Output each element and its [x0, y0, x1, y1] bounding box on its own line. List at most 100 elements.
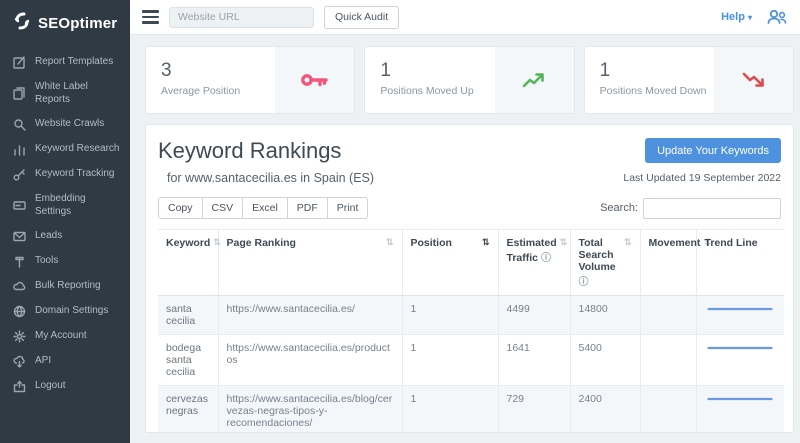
help-dropdown[interactable]: Help ▾ [721, 11, 752, 23]
sidebar-item-label: Leads [35, 230, 62, 243]
sidebar-item-domain-settings[interactable]: Domain Settings [0, 299, 130, 324]
sort-icon: ⇅ [386, 237, 394, 249]
search-label: Search: [600, 202, 638, 214]
hamburger-menu-icon[interactable] [142, 10, 159, 24]
trend-line-cell [696, 335, 784, 386]
copy-button[interactable]: Copy [158, 197, 203, 219]
keyword-cell: santa cecilia [158, 296, 218, 335]
trend-line-cell [696, 296, 784, 335]
table-row: bodega santa cecilia https://www.santace… [158, 335, 784, 386]
sidebar-item-label: My Account [35, 330, 87, 343]
sidebar-item-bulk-reporting[interactable]: Bulk Reporting [0, 274, 130, 299]
pdf-button[interactable]: PDF [287, 197, 328, 219]
sidebar-item-report-templates[interactable]: Report Templates [0, 50, 130, 75]
report-templates-icon [13, 56, 26, 69]
sort-icon: ⇅ [213, 237, 221, 249]
app-window: SEOptimer Report Templates White Label R… [0, 0, 800, 443]
sidebar-item-label: Tools [35, 255, 58, 268]
movement-cell [640, 296, 696, 335]
search-input[interactable] [643, 198, 781, 219]
total-search-volume-cell: 5400 [570, 335, 640, 386]
users-icon[interactable] [766, 9, 788, 25]
table-row: cervezas negras https://www.santacecilia… [158, 386, 784, 434]
info-icon[interactable]: ⓘ [579, 277, 589, 288]
sidebar-item-keyword-research[interactable]: Keyword Research [0, 137, 130, 162]
trend-line-cell [696, 386, 784, 434]
excel-button[interactable]: Excel [242, 197, 288, 219]
api-icon [13, 355, 26, 368]
sidebar-item-leads[interactable]: Leads [0, 224, 130, 249]
sidebar-item-api[interactable]: API [0, 349, 130, 374]
keyword-cell: cervezas negras [158, 386, 218, 434]
movement-cell [640, 335, 696, 386]
tools-icon [13, 255, 26, 268]
update-keywords-button[interactable]: Update Your Keywords [645, 138, 781, 163]
page-subtitle: for www.santacecilia.es in Spain (ES) [167, 171, 374, 185]
topbar: Quick Audit Help ▾ [130, 0, 800, 35]
logo-text: SEOptimer [38, 15, 117, 32]
sidebar-item-label: Bulk Reporting [35, 280, 101, 293]
total-search-volume-cell: 14800 [570, 296, 640, 335]
sidebar-item-label: Website Crawls [35, 118, 104, 131]
sidebar-item-my-account[interactable]: My Account [0, 324, 130, 349]
estimated-traffic-cell: 4499 [498, 296, 570, 335]
column-header-keyword[interactable]: Keyword⇅ [158, 230, 218, 296]
embedding-settings-icon [13, 199, 26, 212]
white-label-reports-icon [13, 87, 26, 100]
table-header-row: Keyword⇅ Page Ranking⇅ Position⇅ Estimat… [158, 230, 784, 296]
estimated-traffic-cell: 729 [498, 386, 570, 434]
sidebar: SEOptimer Report Templates White Label R… [0, 0, 130, 443]
sidebar-item-website-crawls[interactable]: Website Crawls [0, 112, 130, 137]
position-cell: 1 [402, 335, 498, 386]
position-cell: 1 [402, 386, 498, 434]
trend-sparkline [705, 393, 775, 408]
keyword-rankings-table: Keyword⇅ Page Ranking⇅ Position⇅ Estimat… [158, 229, 784, 433]
trend-sparkline [705, 303, 775, 318]
csv-button[interactable]: CSV [202, 197, 244, 219]
sidebar-item-label: Keyword Research [35, 143, 119, 156]
stat-cards: 3 Average Position 1 Positions Moved Up [145, 46, 794, 114]
column-header-movement[interactable]: Movement⇅ [640, 230, 696, 296]
website-url-input[interactable] [169, 7, 314, 28]
movement-cell [640, 386, 696, 434]
sidebar-item-tools[interactable]: Tools [0, 249, 130, 274]
sidebar-item-label: Embedding Settings [35, 193, 122, 218]
page-ranking-cell: https://www.santacecilia.es/ [218, 296, 402, 335]
stat-label: Positions Moved Up [380, 85, 494, 97]
key-icon [275, 47, 354, 113]
column-header-estimated-traffic[interactable]: Estimated Traffic ⓘ⇅ [498, 230, 570, 296]
quick-audit-button[interactable]: Quick Audit [324, 6, 399, 29]
domain-settings-icon [13, 305, 26, 318]
leads-icon [13, 230, 26, 243]
logo[interactable]: SEOptimer [0, 0, 130, 50]
sidebar-item-white-label-reports[interactable]: White Label Reports [0, 75, 130, 112]
column-header-total-search-volume[interactable]: Total Search Volume ⓘ⇅ [570, 230, 640, 296]
chevron-down-icon: ▾ [748, 13, 752, 22]
sidebar-item-label: Logout [35, 380, 66, 393]
export-button-group: Copy CSV Excel PDF Print [158, 197, 368, 219]
content: 3 Average Position 1 Positions Moved Up [130, 35, 800, 443]
print-button[interactable]: Print [327, 197, 369, 219]
info-icon[interactable]: ⓘ [541, 253, 551, 264]
sidebar-item-label: White Label Reports [35, 81, 122, 106]
stat-value: 3 [161, 60, 275, 82]
sidebar-item-embedding-settings[interactable]: Embedding Settings [0, 187, 130, 224]
sidebar-item-logout[interactable]: Logout [0, 374, 130, 399]
sidebar-item-label: Report Templates [35, 56, 113, 69]
stat-card-positions-moved-down: 1 Positions Moved Down [584, 46, 794, 114]
stat-value: 1 [380, 60, 494, 82]
stat-value: 1 [600, 60, 714, 82]
sort-icon-active: ⇅ [482, 237, 490, 249]
page-ranking-cell: https://www.santacecilia.es/blog/cerveza… [218, 386, 402, 434]
column-header-page-ranking[interactable]: Page Ranking⇅ [218, 230, 402, 296]
sidebar-item-label: API [35, 355, 51, 368]
website-crawls-icon [13, 118, 26, 131]
column-header-position[interactable]: Position⇅ [402, 230, 498, 296]
trend-up-icon [495, 47, 574, 113]
sidebar-item-keyword-tracking[interactable]: Keyword Tracking [0, 162, 130, 187]
table-row: santa cecilia https://www.santacecilia.e… [158, 296, 784, 335]
last-updated-text: Last Updated 19 September 2022 [623, 172, 781, 184]
my-account-icon [13, 330, 26, 343]
table-toolbar: Copy CSV Excel PDF Print Search: [158, 197, 781, 219]
stat-label: Positions Moved Down [600, 85, 714, 97]
